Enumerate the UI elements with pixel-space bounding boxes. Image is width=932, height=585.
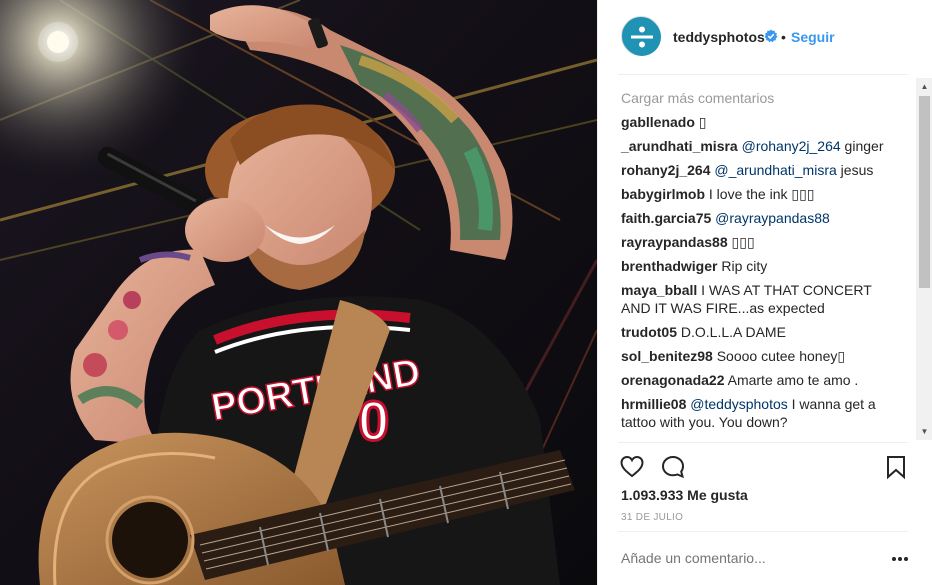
- comment-username[interactable]: _arundhati_misra: [621, 138, 738, 154]
- load-more-comments-link[interactable]: Cargar más comentarios: [621, 89, 916, 107]
- comment-text: D.O.L.L.A DAME: [680, 324, 786, 340]
- post-side-panel: teddysphotos • Seguir Cargar más comenta…: [597, 0, 932, 585]
- comment-mention[interactable]: @rohany2j_264: [742, 138, 841, 154]
- comment-mention[interactable]: @rayraypandas88: [715, 210, 830, 226]
- comment-bubble-icon[interactable]: [660, 454, 686, 480]
- comment-mention[interactable]: @_arundhati_misra: [714, 162, 836, 178]
- comment-item: orenagonada22 Amarte amo te amo .: [621, 371, 901, 389]
- avatar[interactable]: [621, 16, 661, 56]
- bookmark-icon[interactable]: [883, 454, 909, 480]
- comment-username[interactable]: rayraypandas88: [621, 234, 728, 250]
- post-username[interactable]: teddysphotos: [673, 29, 765, 45]
- more-dots-icon[interactable]: [890, 552, 910, 566]
- comment-username[interactable]: rohany2j_264: [621, 162, 711, 178]
- comment-text: ginger: [840, 138, 884, 154]
- comment-item: faith.garcia75 @rayraypandas88: [621, 209, 901, 227]
- comment-username[interactable]: sol_benitez98: [621, 348, 713, 364]
- comment-item: maya_bball I WAS AT THAT CONCERT AND IT …: [621, 281, 901, 317]
- post-header: teddysphotos • Seguir: [598, 0, 932, 74]
- comment-item: babygirlmob I love the ink ▯▯▯: [621, 185, 901, 203]
- post-photo[interactable]: PORTLAND 0: [0, 0, 597, 585]
- comment-item: gabllenado ▯: [621, 113, 901, 131]
- comments-list[interactable]: Cargar más comentarios gabllenado ▯ _aru…: [598, 75, 916, 441]
- comments-scrollbar[interactable]: ▲ ▼: [916, 78, 932, 440]
- comment-item: _arundhati_misra @rohany2j_264 ginger: [621, 137, 901, 155]
- comment-username[interactable]: brenthadwiger: [621, 258, 717, 274]
- comment-item: rayraypandas88 ▯▯▯: [621, 233, 901, 251]
- scroll-down-arrow[interactable]: ▼: [916, 423, 932, 440]
- comment-text: I love the ink ▯▯▯: [708, 186, 815, 202]
- comment-item: rohany2j_264 @_arundhati_misra jesus: [621, 161, 901, 179]
- follow-button[interactable]: Seguir: [791, 29, 835, 45]
- comment-username[interactable]: gabllenado: [621, 114, 695, 130]
- comment-text: Rip city: [721, 258, 768, 274]
- scrollbar-thumb[interactable]: [919, 96, 930, 288]
- scroll-up-arrow[interactable]: ▲: [916, 78, 932, 95]
- verified-badge-icon: [764, 29, 778, 43]
- comment-item: hrmillie08 @teddysphotos I wanna get a t…: [621, 395, 901, 431]
- add-comment-input[interactable]: [621, 549, 881, 567]
- comment-username[interactable]: faith.garcia75: [621, 210, 711, 226]
- comment-text: ▯: [698, 114, 707, 130]
- comment-box-divider: [618, 531, 908, 532]
- comment-item: trudot05 D.O.L.L.A DAME: [621, 323, 901, 341]
- comment-username[interactable]: hrmillie08: [621, 396, 686, 412]
- comment-username[interactable]: orenagonada22: [621, 372, 724, 388]
- comment-username[interactable]: babygirlmob: [621, 186, 705, 202]
- divide-logo-icon: [623, 18, 661, 56]
- comment-item: sol_benitez98 Soooo cutee honey▯: [621, 347, 901, 365]
- post-actions: [598, 443, 932, 487]
- comment-mention[interactable]: @teddysphotos: [690, 396, 788, 412]
- likes-count[interactable]: 1.093.933 Me gusta: [621, 487, 748, 503]
- concert-photo: PORTLAND 0: [0, 0, 597, 585]
- comment-username[interactable]: maya_bball: [621, 282, 697, 298]
- comment-item: brenthadwiger Rip city: [621, 257, 901, 275]
- heart-icon[interactable]: [619, 454, 645, 480]
- header-separator: •: [781, 29, 786, 45]
- comment-username[interactable]: trudot05: [621, 324, 677, 340]
- comment-text: ▯▯▯: [731, 234, 755, 250]
- comment-text: jesus: [836, 162, 874, 178]
- comment-text: Amarte amo te amo .: [727, 372, 859, 388]
- comment-text: Soooo cutee honey▯: [716, 348, 846, 364]
- post-date[interactable]: 31 DE JULIO: [621, 512, 683, 524]
